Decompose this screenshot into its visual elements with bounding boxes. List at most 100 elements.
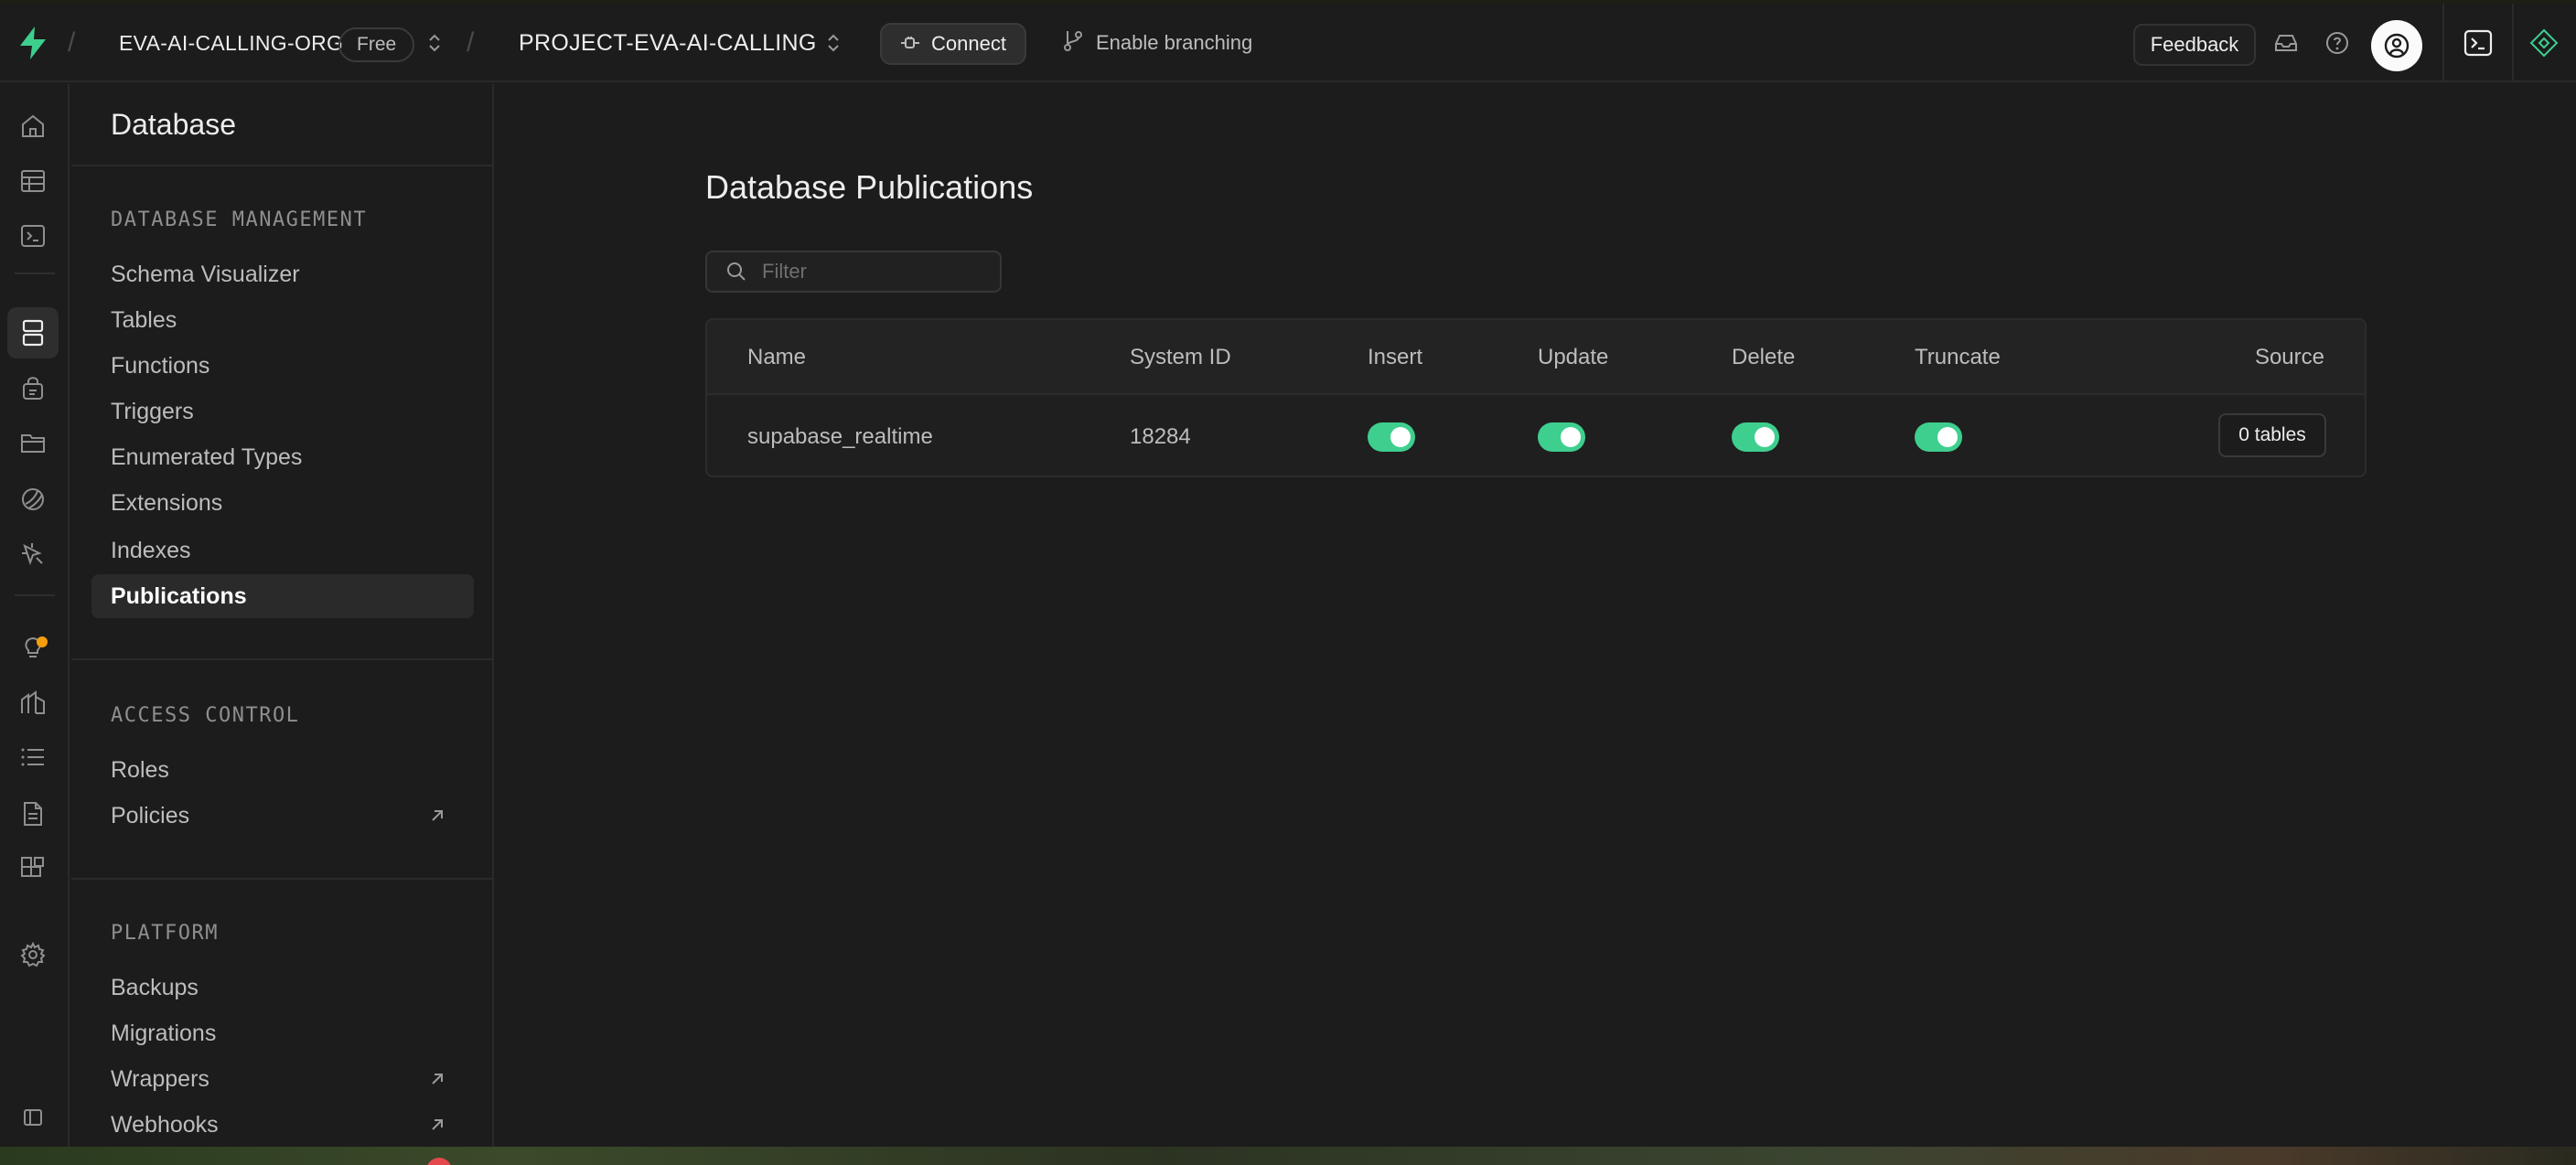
filter-field[interactable] xyxy=(705,251,1002,293)
settings-gear-icon[interactable] xyxy=(16,938,49,971)
column-header-system-id: System ID xyxy=(1130,345,1231,369)
update-toggle[interactable] xyxy=(1538,422,1585,452)
divider xyxy=(71,165,492,166)
sidebar-item-label: Roles xyxy=(111,756,169,783)
user-icon xyxy=(2384,33,2410,59)
sidebar-item-label: Wrappers xyxy=(111,1065,209,1092)
divider xyxy=(71,658,492,660)
plan-badge: Free xyxy=(338,27,415,62)
dock-app-icon xyxy=(426,1158,452,1165)
breadcrumb-separator: / xyxy=(467,27,475,58)
logs-list-icon[interactable] xyxy=(16,741,49,774)
section-heading-platform: PLATFORM xyxy=(111,922,219,945)
sidebar-item-indexes[interactable]: Indexes xyxy=(111,529,492,572)
publication-name: supabase_realtime xyxy=(747,424,933,449)
sidebar-item-schema-visualizer[interactable]: Schema Visualizer xyxy=(111,252,492,296)
column-header-name: Name xyxy=(747,345,807,369)
plug-icon xyxy=(900,32,920,56)
org-switcher-chevron-icon[interactable] xyxy=(426,4,443,82)
divider xyxy=(2512,4,2514,82)
git-branch-icon xyxy=(1063,29,1083,57)
sidebar-item-label: Policies xyxy=(111,802,190,828)
top-bar: / EVA-AI-CALLING-ORG Free / PROJECT-EVA-… xyxy=(0,4,2576,82)
connect-button[interactable]: Connect xyxy=(880,23,1026,65)
search-icon xyxy=(727,262,746,281)
sidebar-item-triggers[interactable]: Triggers xyxy=(111,390,492,433)
sidebar-item-functions[interactable]: Functions xyxy=(111,344,492,388)
auth-icon[interactable] xyxy=(16,371,49,404)
sidebar-item-webhooks[interactable]: Webhooks xyxy=(111,1103,492,1147)
realtime-icon[interactable] xyxy=(16,483,49,516)
sidebar-item-label: Triggers xyxy=(111,398,194,424)
assistant-sparkle-icon[interactable] xyxy=(2528,27,2560,59)
user-avatar[interactable] xyxy=(2371,20,2422,71)
desktop-background xyxy=(0,1147,2576,1165)
insert-toggle[interactable] xyxy=(1368,422,1415,452)
sidebar-item-label: Migrations xyxy=(111,1020,217,1046)
org-name[interactable]: EVA-AI-CALLING-ORG xyxy=(119,4,343,82)
app-window: / EVA-AI-CALLING-ORG Free / PROJECT-EVA-… xyxy=(0,4,2576,1147)
section-heading-database-management: DATABASE MANAGEMENT xyxy=(111,208,368,231)
sidebar-item-wrappers[interactable]: Wrappers xyxy=(111,1057,492,1101)
help-icon[interactable] xyxy=(2324,29,2351,57)
sidebar-item-label: Enumerated Types xyxy=(111,444,303,470)
breadcrumb-separator: / xyxy=(68,27,76,58)
supabase-logo-icon[interactable] xyxy=(16,4,53,82)
api-docs-icon[interactable] xyxy=(16,797,49,830)
project-switcher-chevron-icon[interactable] xyxy=(825,4,842,82)
sidebar-item-backups[interactable]: Backups xyxy=(111,966,492,1010)
publication-system-id: 18284 xyxy=(1130,424,1191,449)
sidebar-title: Database xyxy=(111,108,236,141)
delete-toggle[interactable] xyxy=(1732,422,1779,452)
sql-editor-icon[interactable] xyxy=(16,219,49,252)
sidebar-item-label: Extensions xyxy=(111,489,223,516)
notification-dot xyxy=(37,636,48,647)
sidebar-item-enumerated-types[interactable]: Enumerated Types xyxy=(111,435,492,479)
home-icon[interactable] xyxy=(16,110,49,143)
source-tables-button[interactable]: 0 tables xyxy=(2218,413,2326,457)
sidebar-item-roles[interactable]: Roles xyxy=(111,748,492,792)
section-heading-access-control: ACCESS CONTROL xyxy=(111,704,300,727)
sidebar-item-tables[interactable]: Tables xyxy=(111,298,492,342)
sidebar-item-policies[interactable]: Policies xyxy=(111,794,492,838)
reports-icon[interactable] xyxy=(16,686,49,719)
sidebar-item-publications[interactable]: Publications xyxy=(91,574,474,618)
terminal-icon[interactable] xyxy=(2463,27,2494,59)
truncate-toggle[interactable] xyxy=(1915,422,1962,452)
enable-branching-button[interactable]: Enable branching xyxy=(1063,4,1252,82)
feedback-button[interactable]: Feedback xyxy=(2133,24,2256,66)
database-sidebar: Database DATABASE MANAGEMENT Schema Visu… xyxy=(71,84,494,1147)
icon-rail xyxy=(0,84,70,1147)
column-header-update: Update xyxy=(1538,345,1609,369)
sidebar-item-label: Functions xyxy=(111,352,210,379)
sidebar-item-label: Publications xyxy=(111,582,247,609)
connect-label: Connect xyxy=(931,32,1006,55)
sidebar-item-extensions[interactable]: Extensions xyxy=(111,481,492,525)
sidebar-item-label: Indexes xyxy=(111,537,191,563)
rail-divider xyxy=(15,273,55,274)
table-header: Name System ID Insert Update Delete Trun… xyxy=(707,320,2365,395)
edge-functions-icon[interactable] xyxy=(16,538,49,571)
table-editor-icon[interactable] xyxy=(16,165,49,198)
divider xyxy=(2442,4,2444,82)
column-header-source: Source xyxy=(2254,345,2324,369)
external-link-icon xyxy=(432,810,443,821)
storage-icon[interactable] xyxy=(16,426,49,459)
sidebar-item-label: Backups xyxy=(111,974,199,1000)
inbox-icon[interactable] xyxy=(2272,29,2300,57)
advisors-lightbulb-icon[interactable] xyxy=(16,631,49,664)
sidebar-item-migrations[interactable]: Migrations xyxy=(111,1011,492,1055)
page-title: Database Publications xyxy=(705,168,1034,206)
project-name[interactable]: PROJECT-EVA-AI-CALLING xyxy=(519,4,817,82)
toggle-knob xyxy=(1755,427,1775,447)
collapse-sidebar-icon[interactable] xyxy=(16,1101,49,1134)
toggle-knob xyxy=(1390,427,1411,447)
integrations-icon[interactable] xyxy=(16,852,49,885)
publications-table: Name System ID Insert Update Delete Trun… xyxy=(705,318,2367,477)
sidebar-item-label: Schema Visualizer xyxy=(111,261,300,287)
filter-input[interactable] xyxy=(762,260,982,283)
sidebar-item-label: Webhooks xyxy=(111,1111,219,1138)
table-row: supabase_realtime 18284 0 tables xyxy=(707,395,2365,476)
database-icon[interactable] xyxy=(7,307,59,358)
column-header-truncate: Truncate xyxy=(1915,345,2001,369)
